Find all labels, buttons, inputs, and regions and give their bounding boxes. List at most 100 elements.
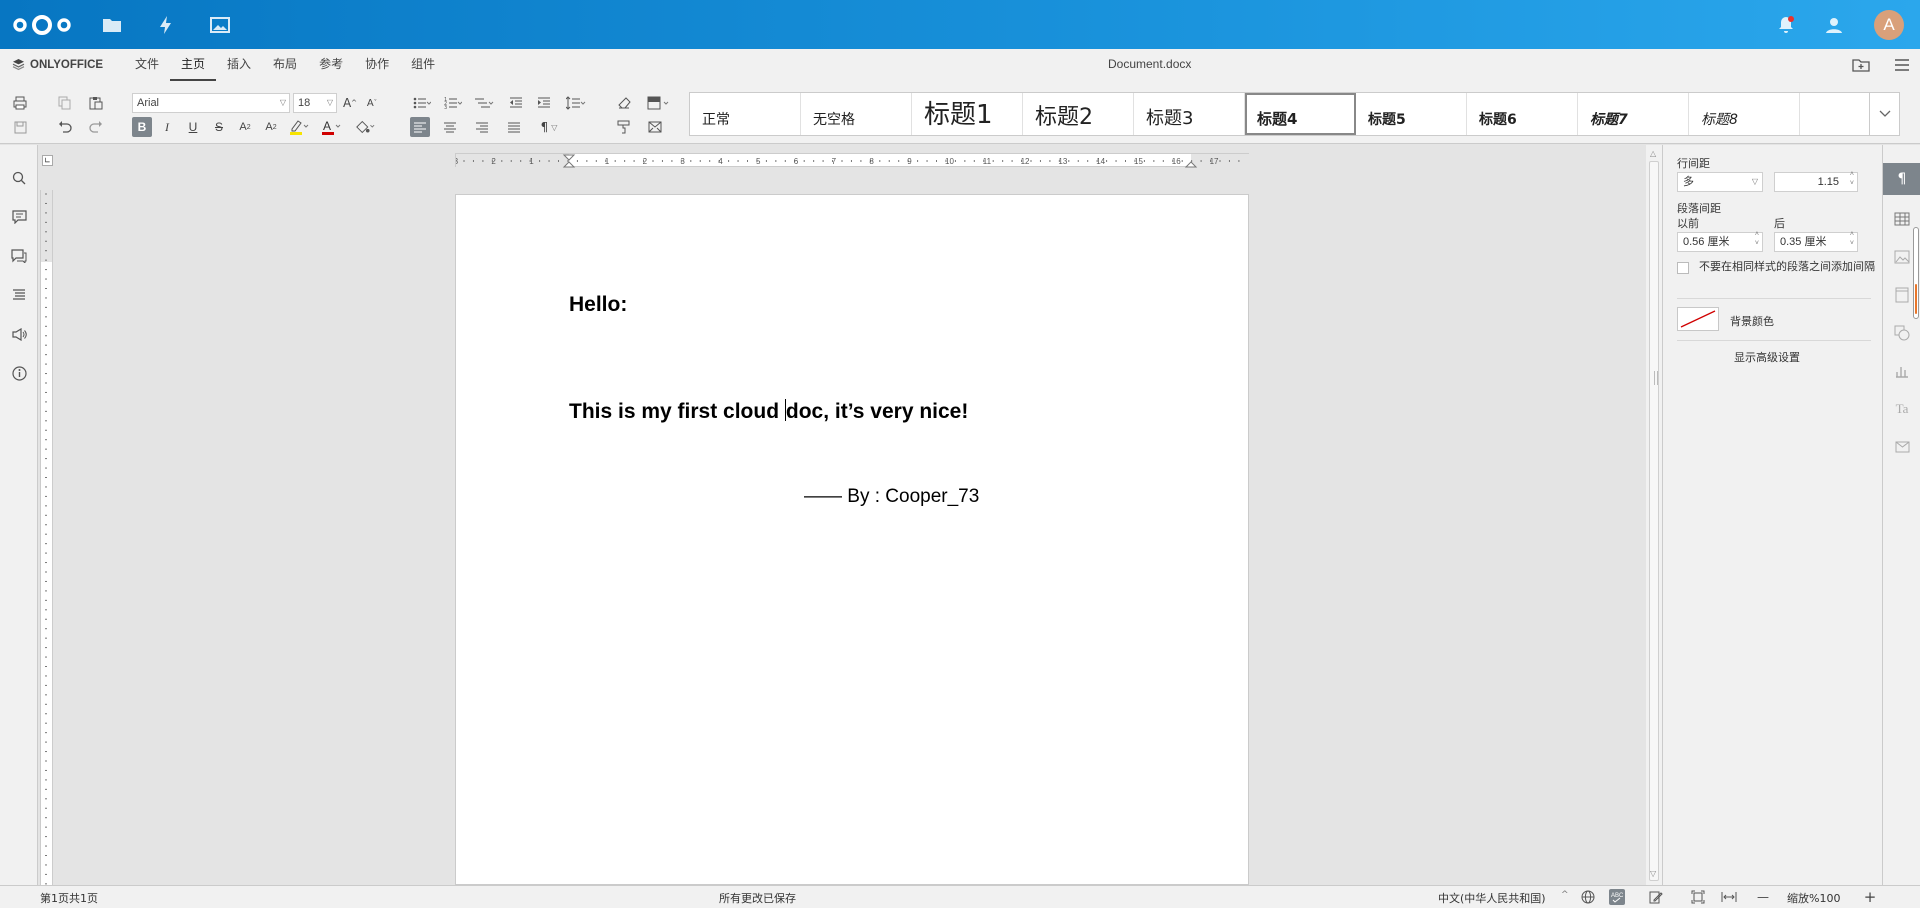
language-selector[interactable]: 中文(中华人民共和国): [1438, 890, 1546, 906]
align-left-icon[interactable]: [410, 117, 430, 137]
scrollbar-thumb[interactable]: [1649, 161, 1659, 881]
background-color-picker[interactable]: [1677, 307, 1719, 331]
language-expand-icon[interactable]: ^: [1561, 890, 1569, 900]
nonprinting-characters-icon[interactable]: ¶ ▽: [534, 117, 564, 137]
ruler-corner-tab-icon[interactable]: ∟: [42, 155, 53, 166]
numbered-list-icon[interactable]: 123: [443, 93, 463, 113]
strikethrough-icon[interactable]: S: [209, 117, 229, 137]
photos-icon[interactable]: [209, 14, 231, 36]
decrease-font-icon[interactable]: Aˇ: [362, 93, 382, 113]
font-name-combo[interactable]: Arial ▽: [132, 93, 290, 113]
text-art-settings-tab[interactable]: Ta: [1883, 393, 1920, 425]
copy-style-icon[interactable]: [614, 117, 634, 137]
spacing-after-stepper[interactable]: 0.35 厘米 ˄ ˅: [1774, 231, 1858, 252]
mail-merge-icon[interactable]: [645, 117, 665, 137]
activity-icon[interactable]: [155, 14, 177, 36]
tab-plugins[interactable]: 组件: [400, 49, 446, 81]
zoom-in-icon[interactable]: +: [1862, 888, 1878, 906]
horizontal-ruler[interactable]: 3211234567891011121314151617: [454, 153, 1250, 168]
vertical-ruler[interactable]: [40, 190, 53, 885]
style-heading-6[interactable]: 标题6: [1467, 93, 1578, 135]
style-heading-2[interactable]: 标题2: [1023, 93, 1134, 135]
style-gallery-expand-button[interactable]: [1869, 93, 1899, 135]
bullet-list-icon[interactable]: [412, 93, 432, 113]
about-icon[interactable]: [9, 363, 29, 383]
increase-indent-icon[interactable]: [534, 93, 554, 113]
redo-icon[interactable]: [86, 117, 106, 137]
shape-settings-tab[interactable]: [1883, 317, 1920, 349]
copy-icon[interactable]: [55, 93, 75, 113]
contacts-icon[interactable]: [1823, 14, 1845, 36]
paragraph-greeting[interactable]: Hello:: [569, 293, 627, 317]
tab-home[interactable]: 主页: [170, 49, 217, 81]
feedback-icon[interactable]: [9, 324, 29, 344]
undo-icon[interactable]: [55, 117, 75, 137]
line-spacing-icon[interactable]: [566, 93, 586, 113]
increase-font-icon[interactable]: A ^: [340, 93, 360, 113]
no-space-same-style-checkbox[interactable]: [1677, 262, 1689, 274]
chat-icon[interactable]: [9, 246, 29, 266]
style-no-spacing[interactable]: 无空格: [801, 93, 912, 135]
bold-icon[interactable]: B: [132, 117, 152, 137]
subscript-icon[interactable]: A2: [261, 117, 281, 137]
chart-settings-tab[interactable]: [1883, 355, 1920, 387]
color-scheme-icon[interactable]: [645, 93, 675, 113]
fit-width-icon[interactable]: [1721, 889, 1737, 905]
style-normal[interactable]: 正常: [690, 93, 801, 135]
mail-merge-settings-tab[interactable]: [1883, 431, 1920, 463]
paragraph-settings-tab[interactable]: ¶: [1883, 163, 1920, 195]
shading-icon[interactable]: [355, 117, 375, 137]
style-heading-5[interactable]: 标题5: [1356, 93, 1467, 135]
navigation-icon[interactable]: [9, 285, 29, 305]
panel-resize-handle[interactable]: [1654, 371, 1658, 385]
align-center-icon[interactable]: [440, 117, 460, 137]
underline-icon[interactable]: U: [183, 117, 203, 137]
superscript-icon[interactable]: A2: [235, 117, 255, 137]
paragraph-signature[interactable]: —— By : Cooper_73: [804, 486, 979, 508]
document-page[interactable]: Hello: This is my first cloud doc, it’s …: [455, 194, 1249, 885]
fit-page-icon[interactable]: [1690, 889, 1706, 905]
decrease-indent-icon[interactable]: [506, 93, 526, 113]
style-heading-7[interactable]: 标题7: [1578, 93, 1689, 135]
search-icon[interactable]: [9, 168, 29, 188]
avatar[interactable]: A: [1874, 10, 1904, 40]
clear-style-icon[interactable]: [614, 93, 634, 113]
multilevel-list-icon[interactable]: [474, 93, 494, 113]
scroll-up-arrow-icon[interactable]: △: [1650, 149, 1656, 158]
style-heading-4[interactable]: 标题4: [1245, 93, 1356, 135]
tab-file[interactable]: 文件: [124, 49, 170, 81]
advanced-settings-link[interactable]: 显示高级设置: [1663, 349, 1871, 365]
font-color-icon[interactable]: A: [321, 117, 341, 137]
zoom-level[interactable]: 缩放%100: [1787, 890, 1840, 906]
print-icon[interactable]: [10, 93, 30, 113]
line-spacing-mode-select[interactable]: 多 ▽: [1677, 172, 1763, 192]
tabs-scrollbar[interactable]: [1913, 227, 1919, 319]
open-location-icon[interactable]: [1852, 57, 1870, 73]
spacing-before-stepper[interactable]: 0.56 厘米 ˄ ˅: [1677, 231, 1763, 252]
style-heading-1[interactable]: 标题1: [912, 93, 1023, 135]
hamburger-menu-icon[interactable]: [1894, 59, 1910, 71]
zoom-out-icon[interactable]: —: [1755, 889, 1771, 905]
nextcloud-logo[interactable]: [11, 13, 73, 37]
italic-icon[interactable]: I: [157, 117, 177, 137]
highlight-color-icon[interactable]: [289, 117, 309, 137]
tab-references[interactable]: 参考: [308, 49, 354, 81]
notifications-icon[interactable]: [1775, 14, 1797, 36]
save-icon[interactable]: [10, 117, 30, 137]
spell-check-icon[interactable]: ABC: [1609, 889, 1625, 905]
line-spacing-value-stepper[interactable]: 1.15 ˄ ˅: [1774, 171, 1858, 192]
align-right-icon[interactable]: [472, 117, 492, 137]
style-heading-3[interactable]: 标题3: [1134, 93, 1245, 135]
page-info[interactable]: 第1页共1页: [40, 890, 98, 906]
paragraph-body[interactable]: This is my first cloud doc, it’s very ni…: [569, 399, 968, 424]
files-icon[interactable]: [101, 14, 123, 36]
paste-icon[interactable]: [86, 93, 106, 113]
tab-insert[interactable]: 插入: [216, 49, 262, 81]
tab-collaboration[interactable]: 协作: [354, 49, 400, 81]
style-heading-8[interactable]: 标题8: [1689, 93, 1800, 135]
scroll-down-arrow-icon[interactable]: ▽: [1650, 869, 1656, 878]
tab-layout[interactable]: 布局: [262, 49, 308, 81]
track-changes-icon[interactable]: [1648, 889, 1664, 905]
document-scrollbar[interactable]: △ ▽: [1646, 145, 1662, 885]
font-size-combo[interactable]: 18 ▽: [293, 93, 337, 113]
